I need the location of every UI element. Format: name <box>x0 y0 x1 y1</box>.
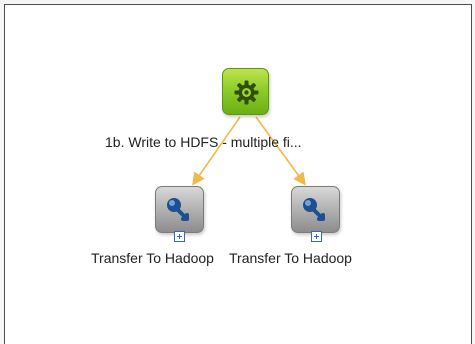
gear-icon <box>234 80 259 105</box>
transfer-node-right-label: Transfer To Hadoop <box>229 250 352 266</box>
transfer-node-right[interactable] <box>291 186 340 233</box>
root-node-label: 1b. Write to HDFS - multiple fi... <box>105 134 302 150</box>
expand-right-node-plus-icon[interactable] <box>311 231 322 242</box>
expand-left-node-plus-icon[interactable] <box>174 231 185 242</box>
transfer-node-left-label: Transfer To Hadoop <box>91 250 214 266</box>
transfer-node-left[interactable] <box>155 186 204 233</box>
transfer-arrow-icon <box>303 198 325 221</box>
flow-links <box>192 116 306 186</box>
link-to-right-child <box>255 116 306 186</box>
transfer-arrow-icon <box>167 198 189 221</box>
link-to-left-child <box>192 116 241 186</box>
root-node[interactable] <box>222 68 269 115</box>
flow-canvas[interactable]: 1b. Write to HDFS - multiple fi... Trans… <box>4 4 472 344</box>
